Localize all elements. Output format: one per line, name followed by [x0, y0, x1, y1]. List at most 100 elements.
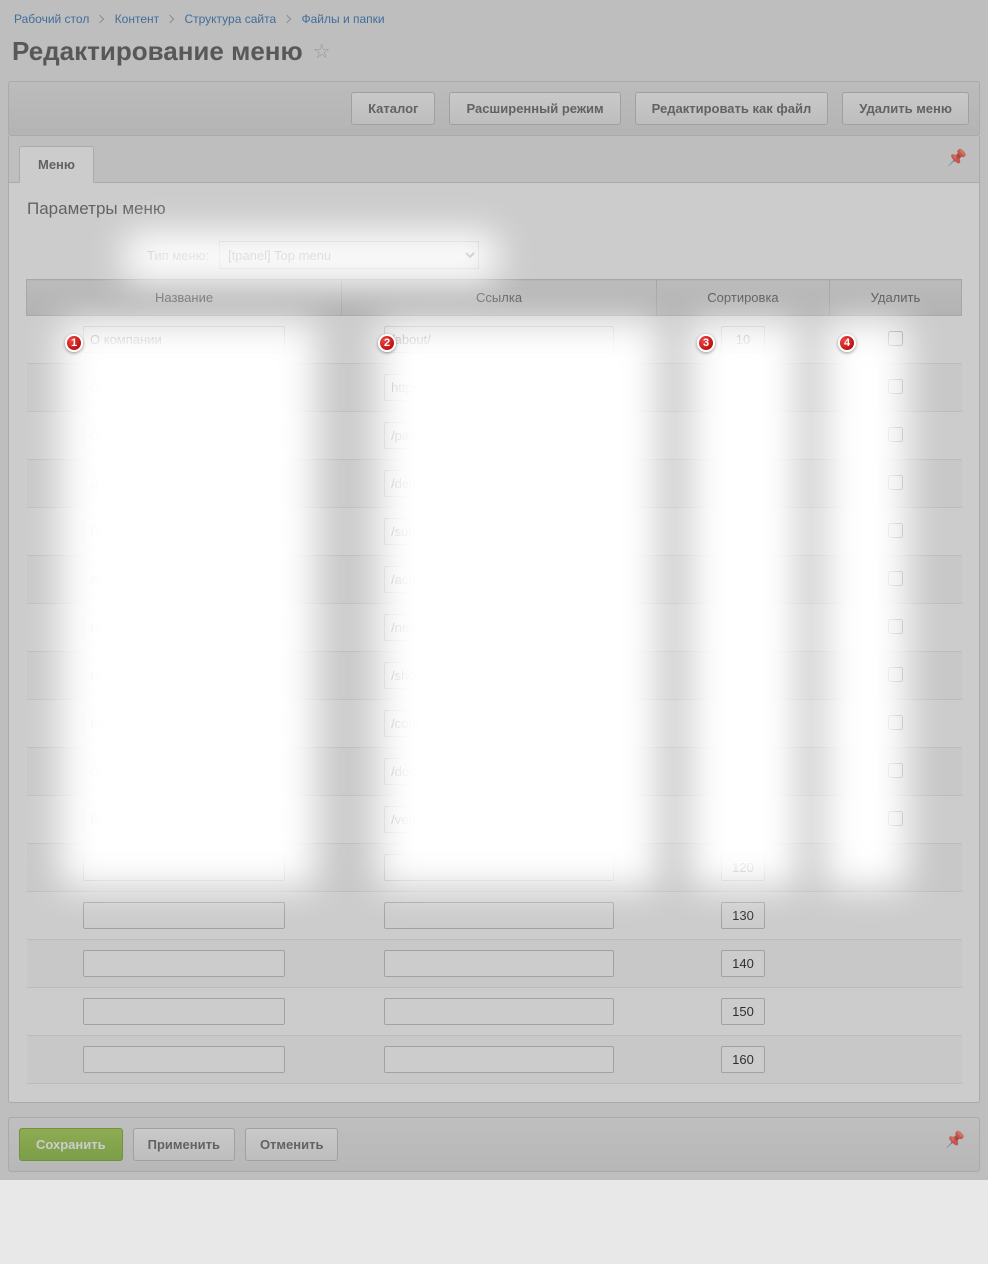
marker-2: 2 — [378, 334, 396, 352]
sort-input[interactable] — [721, 374, 765, 401]
link-input[interactable] — [384, 758, 614, 785]
name-input[interactable] — [83, 422, 285, 449]
sort-input[interactable] — [721, 518, 765, 545]
table-row — [27, 556, 962, 604]
chevron-right-icon — [166, 15, 174, 23]
breadcrumbs: Рабочий стол Контент Структура сайта Фай… — [8, 8, 980, 30]
extended-mode-button[interactable]: Расширенный режим — [449, 92, 620, 125]
name-input[interactable] — [83, 470, 285, 497]
name-input[interactable] — [83, 998, 285, 1025]
sort-input[interactable] — [721, 326, 765, 353]
name-input[interactable] — [83, 326, 285, 353]
name-input[interactable] — [83, 950, 285, 977]
link-input[interactable] — [384, 374, 614, 401]
crumb[interactable]: Контент — [115, 12, 159, 26]
name-input[interactable] — [83, 374, 285, 401]
link-input[interactable] — [384, 806, 614, 833]
sort-input[interactable] — [721, 470, 765, 497]
delete-checkbox[interactable] — [888, 331, 903, 346]
cancel-button[interactable]: Отменить — [245, 1128, 339, 1161]
delete-checkbox[interactable] — [888, 523, 903, 538]
name-input[interactable] — [83, 566, 285, 593]
delete-checkbox[interactable] — [888, 811, 903, 826]
table-row — [27, 412, 962, 460]
name-input[interactable] — [83, 854, 285, 881]
delete-menu-button[interactable]: Удалить меню — [842, 92, 969, 125]
crumb[interactable]: Файлы и папки — [302, 12, 385, 26]
table-row — [27, 748, 962, 796]
delete-checkbox[interactable] — [888, 619, 903, 634]
pin-icon[interactable]: 📌 — [945, 1130, 965, 1150]
table-row — [27, 652, 962, 700]
sort-input[interactable] — [721, 1046, 765, 1073]
col-name: Название — [27, 280, 342, 316]
table-row — [27, 940, 962, 988]
sort-input[interactable] — [721, 422, 765, 449]
link-input[interactable] — [384, 422, 614, 449]
col-sort: Сортировка — [657, 280, 830, 316]
delete-checkbox[interactable] — [888, 427, 903, 442]
sort-input[interactable] — [721, 902, 765, 929]
link-input[interactable] — [384, 614, 614, 641]
name-input[interactable] — [83, 758, 285, 785]
name-input[interactable] — [83, 710, 285, 737]
link-input[interactable] — [384, 710, 614, 737]
apply-button[interactable]: Применить — [133, 1128, 235, 1161]
sort-input[interactable] — [721, 614, 765, 641]
name-input[interactable] — [83, 662, 285, 689]
crumb[interactable]: Рабочий стол — [14, 12, 89, 26]
table-row — [27, 604, 962, 652]
sort-input[interactable] — [721, 662, 765, 689]
name-input[interactable] — [83, 1046, 285, 1073]
col-del: Удалить — [829, 280, 961, 316]
table-row — [27, 508, 962, 556]
chevron-right-icon — [96, 15, 104, 23]
sort-input[interactable] — [721, 758, 765, 785]
sort-input[interactable] — [721, 998, 765, 1025]
pin-icon[interactable]: 📌 — [947, 148, 967, 168]
sort-input[interactable] — [721, 950, 765, 977]
star-icon[interactable]: ☆ — [313, 39, 331, 64]
col-link: Ссылка — [342, 280, 657, 316]
menu-type-select[interactable]: [tpanel] Top menu — [219, 241, 479, 269]
link-input[interactable] — [384, 998, 614, 1025]
marker-3: 3 — [697, 334, 715, 352]
name-input[interactable] — [83, 518, 285, 545]
name-input[interactable] — [83, 614, 285, 641]
link-input[interactable] — [384, 854, 614, 881]
sort-input[interactable] — [721, 710, 765, 737]
catalog-button[interactable]: Каталог — [351, 92, 435, 125]
toolbar: Каталог Расширенный режим Редактировать … — [8, 81, 980, 136]
delete-checkbox[interactable] — [888, 763, 903, 778]
link-input[interactable] — [384, 950, 614, 977]
delete-checkbox[interactable] — [888, 571, 903, 586]
edit-as-file-button[interactable]: Редактировать как файл — [635, 92, 829, 125]
link-input[interactable] — [384, 902, 614, 929]
link-input[interactable] — [384, 470, 614, 497]
link-input[interactable] — [384, 518, 614, 545]
delete-checkbox[interactable] — [888, 379, 903, 394]
link-input[interactable] — [384, 662, 614, 689]
table-row — [27, 364, 962, 412]
delete-checkbox[interactable] — [888, 715, 903, 730]
delete-checkbox[interactable] — [888, 667, 903, 682]
name-input[interactable] — [83, 806, 285, 833]
link-input[interactable] — [384, 326, 614, 353]
link-input[interactable] — [384, 566, 614, 593]
sort-input[interactable] — [721, 806, 765, 833]
chevron-right-icon — [283, 15, 291, 23]
save-button[interactable]: Сохранить — [19, 1128, 123, 1161]
table-row — [27, 892, 962, 940]
tab-menu[interactable]: Меню — [19, 146, 94, 183]
sort-input[interactable] — [721, 854, 765, 881]
panel: Параметры меню Тип меню: [tpanel] Top me… — [8, 183, 980, 1103]
name-input[interactable] — [83, 902, 285, 929]
table-row — [27, 460, 962, 508]
crumb[interactable]: Структура сайта — [184, 12, 276, 26]
link-input[interactable] — [384, 1046, 614, 1073]
marker-4: 4 — [838, 334, 856, 352]
table-row — [27, 316, 962, 364]
sort-input[interactable] — [721, 566, 765, 593]
delete-checkbox[interactable] — [888, 475, 903, 490]
menu-grid: Название Ссылка Сортировка Удалить — [26, 279, 962, 1084]
